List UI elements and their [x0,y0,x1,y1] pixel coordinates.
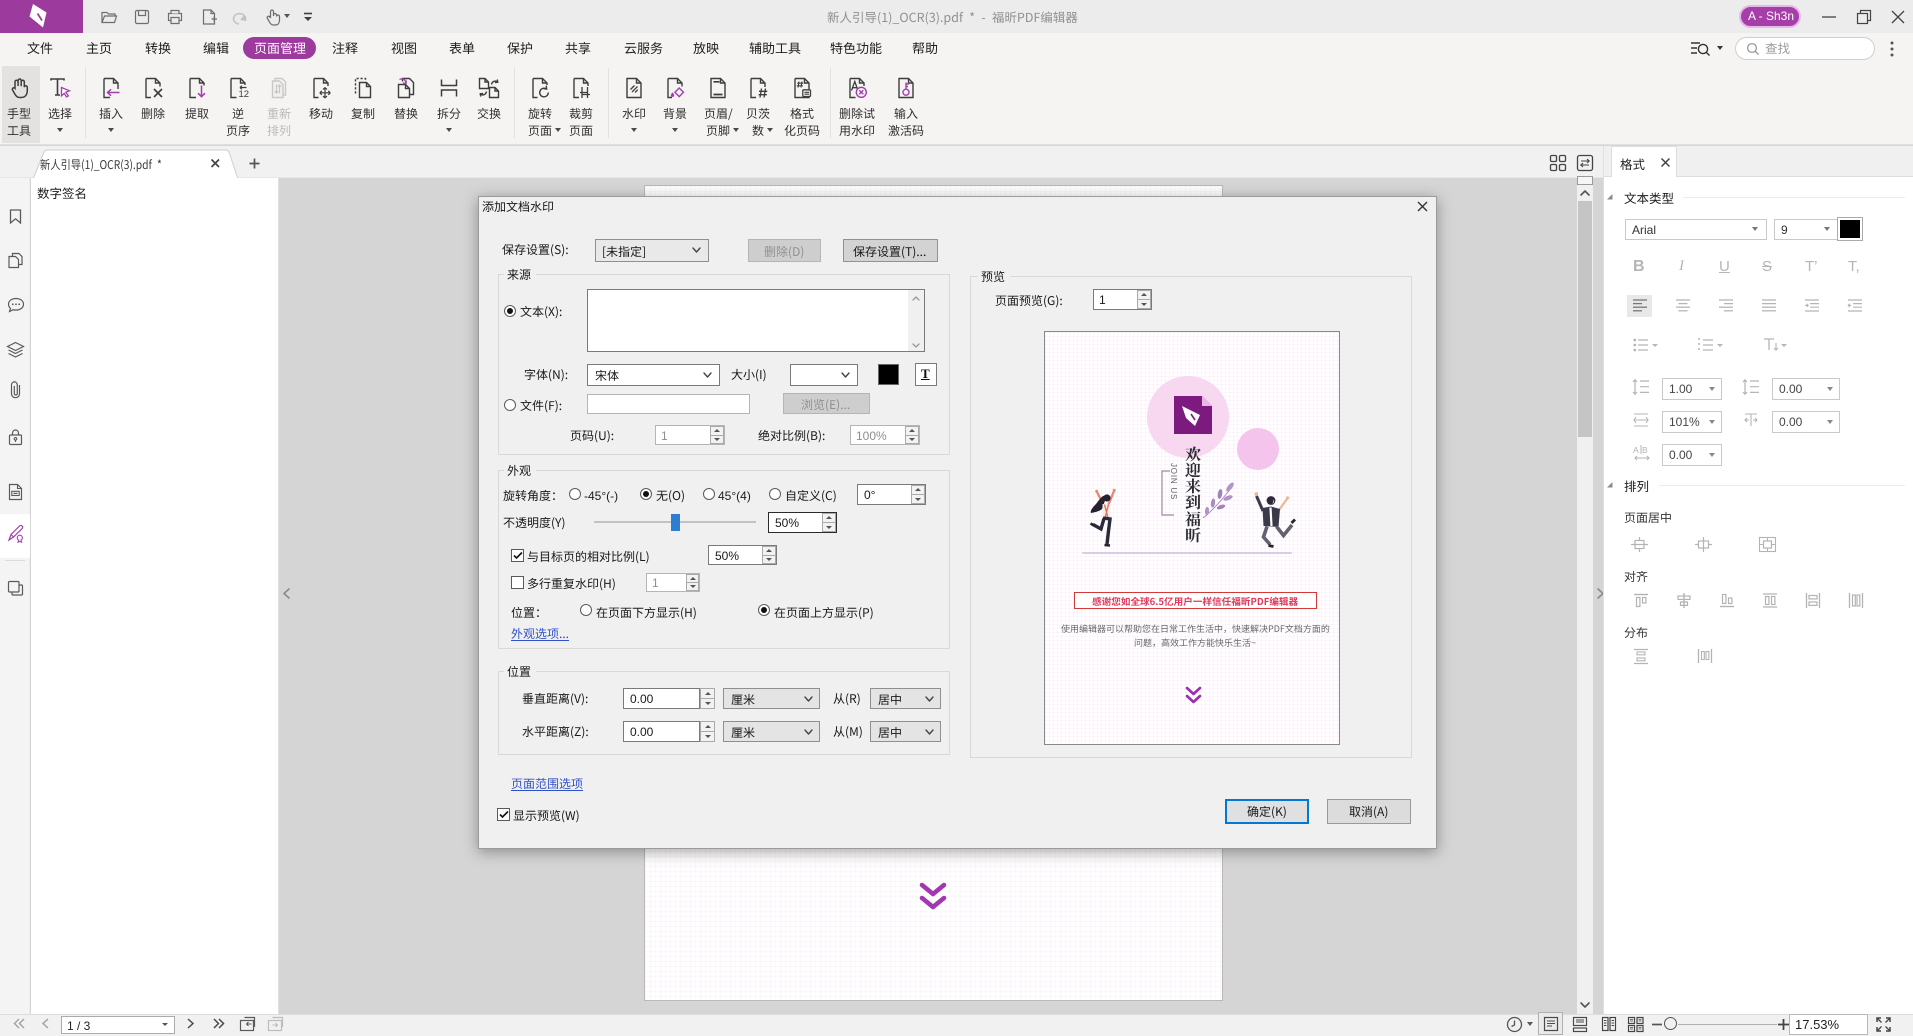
svg-text:B: B [1642,445,1648,455]
svg-text:A: A [1633,445,1639,455]
svg-text:12: 12 [239,89,250,100]
